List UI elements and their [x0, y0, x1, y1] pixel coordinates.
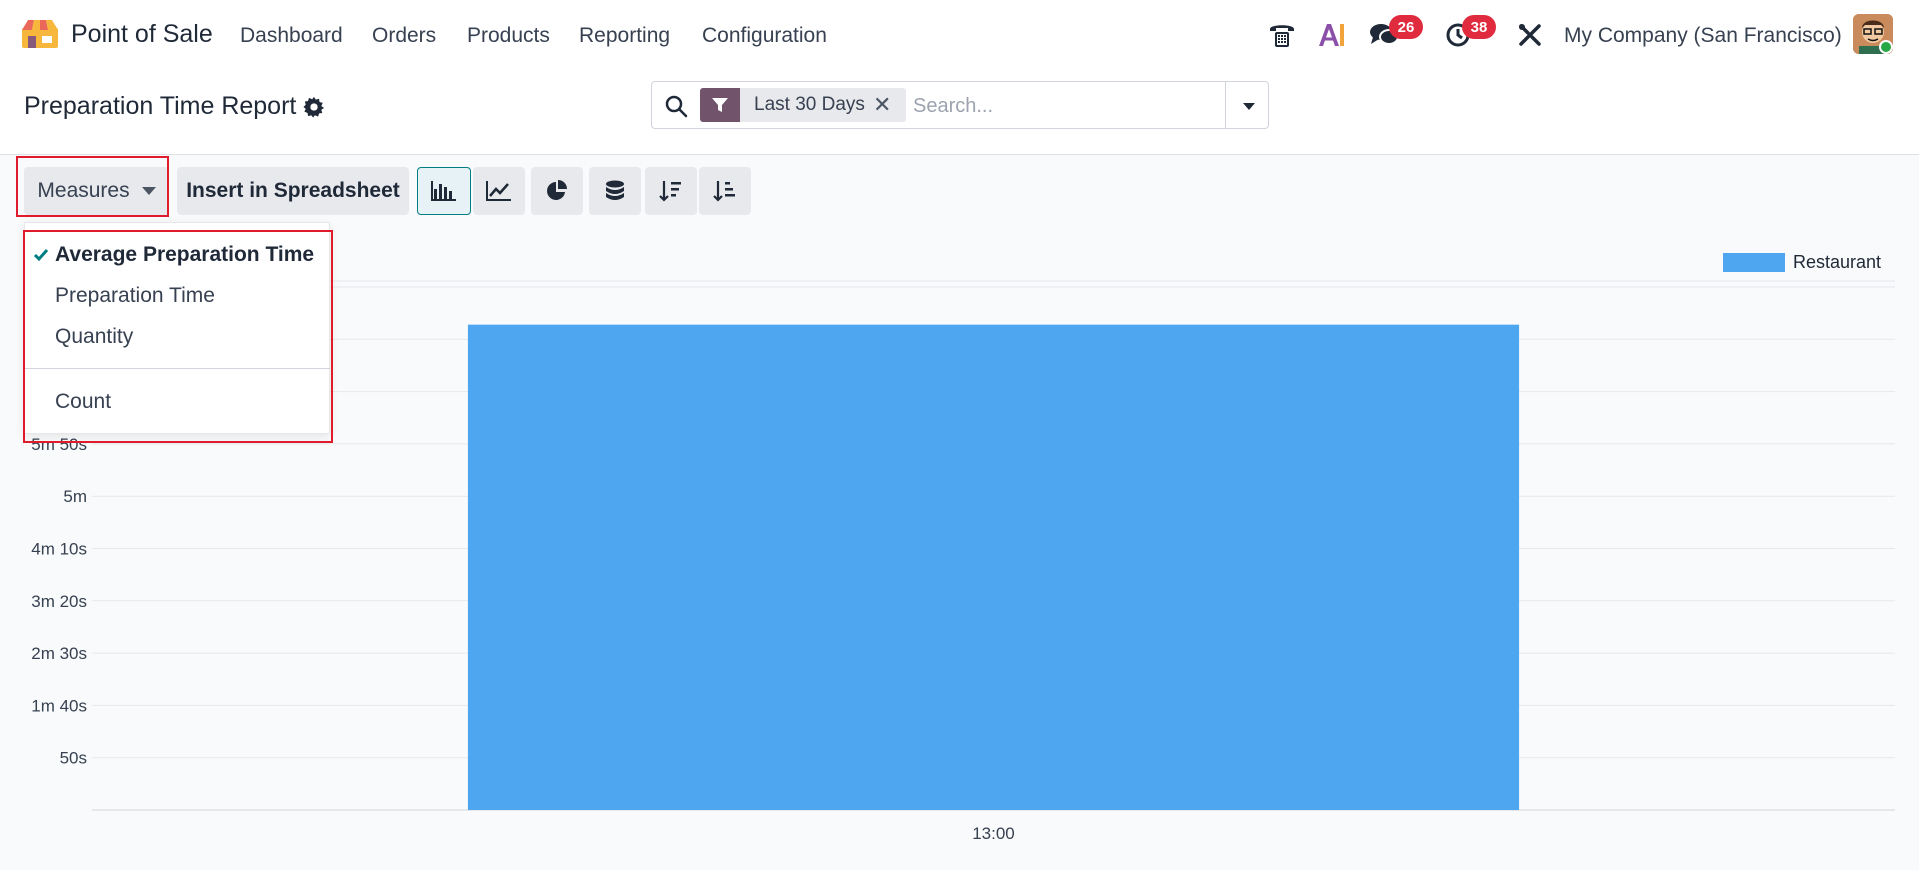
insert-spreadsheet-button[interactable]: Insert in Spreadsheet [177, 167, 409, 215]
pie-chart-view-button[interactable] [531, 167, 583, 215]
y-tick-label: 5m [63, 487, 87, 506]
bar-restaurant[interactable] [467, 324, 1520, 810]
facet-value: Last 30 Days [754, 94, 865, 115]
stack-icon [606, 180, 624, 200]
search-input[interactable]: Search... [913, 95, 993, 118]
menu-products[interactable]: Products [467, 24, 550, 48]
pie-chart-icon [547, 180, 567, 200]
menu-orders[interactable]: Orders [372, 24, 436, 48]
sort-ascending-icon [713, 181, 735, 202]
bar-chart-icon [431, 181, 456, 201]
phone-icon[interactable] [1267, 20, 1297, 50]
ai-icon[interactable] [1317, 20, 1347, 50]
menu-dashboard[interactable]: Dashboard [240, 24, 343, 48]
search-options-toggle[interactable] [1238, 96, 1260, 116]
company-switcher[interactable]: My Company (San Francisco) [1564, 24, 1842, 48]
x-tick-label: 13:00 [972, 824, 1015, 843]
y-tick-label: 3m 20s [31, 592, 87, 611]
page-title: Preparation Time Report [24, 92, 297, 120]
search-icon[interactable] [664, 94, 688, 118]
messages-badge: 26 [1389, 15, 1423, 39]
legend-label-restaurant[interactable]: Restaurant [1793, 252, 1881, 273]
app-name[interactable]: Point of Sale [71, 20, 213, 49]
measures-highlight [16, 156, 169, 217]
online-status-dot [1879, 40, 1893, 54]
y-tick-label: 4m 10s [31, 540, 87, 559]
filter-icon [700, 88, 740, 122]
y-tick-label: 1m 40s [31, 696, 87, 715]
stacked-toggle-button[interactable] [589, 167, 641, 215]
facet-remove-icon[interactable]: ✕ [873, 93, 891, 117]
line-chart-icon [486, 181, 511, 201]
menu-reporting[interactable]: Reporting [579, 24, 670, 48]
line-chart-view-button[interactable] [473, 167, 525, 215]
bar-chart-view-button[interactable] [417, 167, 471, 215]
search-divider [1225, 82, 1226, 128]
dropdown-highlight [23, 230, 333, 443]
app-logo-icon[interactable] [20, 18, 60, 50]
y-tick-label: 50s [60, 749, 87, 768]
sort-descending-button[interactable] [645, 167, 697, 215]
activities-badge: 38 [1462, 15, 1496, 39]
legend-swatch-restaurant[interactable] [1723, 253, 1785, 272]
gear-icon[interactable] [303, 96, 325, 118]
menu-configuration[interactable]: Configuration [702, 24, 827, 48]
sort-ascending-button[interactable] [699, 167, 751, 215]
tools-icon[interactable] [1515, 20, 1545, 50]
sort-descending-icon [659, 181, 681, 202]
y-tick-label: 2m 30s [31, 644, 87, 663]
